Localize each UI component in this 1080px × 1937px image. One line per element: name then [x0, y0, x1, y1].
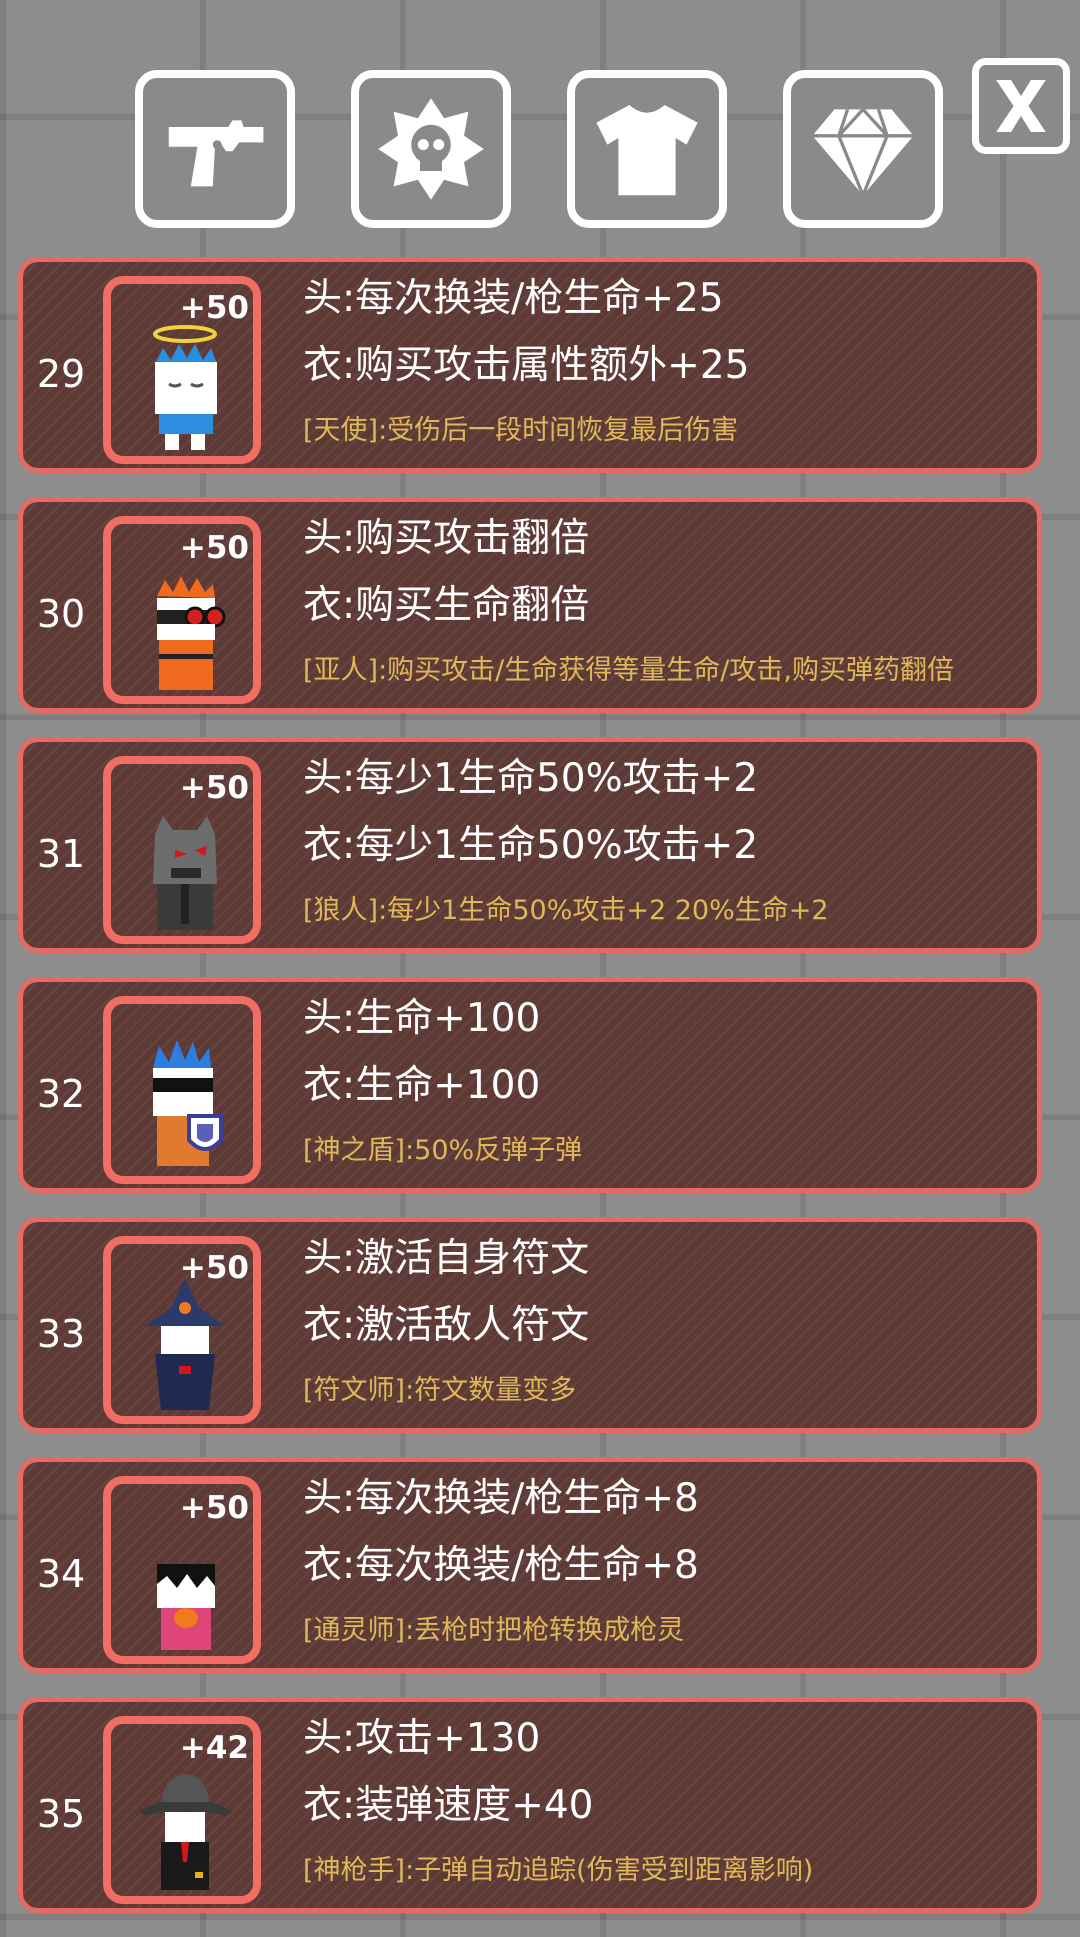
skull-badge-icon: [378, 98, 484, 200]
outfit-card[interactable]: 34 +50 头:每次换装/枪生命+8 衣:每次换装/枪生命+8 [通灵师]:丢…: [18, 1457, 1042, 1673]
rune-master-avatar: [145, 1278, 225, 1410]
outfit-card[interactable]: 30 +50 头:购买攻击翻倍 衣:购买生命翻倍 [亚人]:购买攻击/生命获得等…: [18, 497, 1042, 713]
close-icon: [996, 79, 1046, 133]
outfit-portrait[interactable]: +50: [103, 516, 261, 704]
outfit-portrait[interactable]: +50: [103, 1476, 261, 1664]
category-tab-bar: [0, 0, 1080, 250]
set-skill: [天使]:受伤后一段时间恢复最后伤害: [303, 415, 739, 446]
outfit-card[interactable]: 29 +50 头:每次换装/枪生命+25 衣:购买攻击属性额外+25 [天使]:…: [18, 257, 1042, 473]
gunslinger-avatar: [139, 1774, 233, 1890]
outfit-number: 32: [36, 1072, 86, 1116]
outfit-card[interactable]: 35 +42 头:攻击+130 衣:装弹速度+40 [神枪手]:子弹自动追踪(伤…: [18, 1697, 1042, 1913]
outfit-portrait[interactable]: [103, 996, 261, 1184]
head-effect: 头:每少1生命50%攻击+2: [303, 756, 759, 801]
outfit-number: 30: [36, 592, 86, 636]
set-skill: [神之盾]:50%反弹子弹: [303, 1135, 583, 1166]
set-skill: [符文师]:符文数量变多: [303, 1375, 577, 1406]
tab-gems[interactable]: [783, 70, 943, 228]
tshirt-icon: [596, 105, 698, 196]
set-skill: [狼人]:每少1生命50%攻击+2 20%生命+2: [303, 895, 829, 926]
demi-human-avatar: [157, 576, 226, 690]
tab-outfits[interactable]: [567, 70, 727, 228]
outfit-portrait[interactable]: +50: [103, 276, 261, 464]
outfit-number: 29: [36, 352, 86, 396]
set-skill: [亚人]:购买攻击/生命获得等量生命/攻击,购买弹药翻倍: [303, 655, 954, 686]
outfit-portrait[interactable]: +50: [103, 756, 261, 944]
body-effect: 衣:每次换装/枪生命+8: [303, 1543, 699, 1588]
werewolf-avatar: [153, 816, 217, 930]
shield-hero-avatar: [153, 1040, 223, 1166]
outfit-card[interactable]: 31 +50 头:每少1生命50%攻击+2 衣:每少1生命50%攻击+2 [狼人…: [18, 737, 1042, 953]
set-skill: [神枪手]:子弹自动追踪(伤害受到距离影响): [303, 1855, 814, 1886]
revolver-icon: [168, 120, 264, 187]
tab-skills[interactable]: [351, 70, 511, 228]
body-effect: 衣:购买攻击属性额外+25: [303, 343, 750, 388]
outfit-portrait[interactable]: +42: [103, 1716, 261, 1904]
angel-avatar: [153, 325, 217, 450]
head-effect: 头:激活自身符文: [303, 1236, 590, 1281]
body-effect: 衣:激活敌人符文: [303, 1303, 590, 1348]
body-effect: 衣:购买生命翻倍: [303, 583, 590, 628]
outfit-number: 35: [36, 1792, 86, 1836]
tab-weapons[interactable]: [135, 70, 295, 228]
outfit-number: 33: [36, 1312, 86, 1356]
set-skill: [通灵师]:丢枪时把枪转换成枪灵: [303, 1615, 685, 1646]
body-effect: 衣:装弹速度+40: [303, 1783, 594, 1828]
outfit-list: 29 +50 头:每次换装/枪生命+25 衣:购买攻击属性额外+25 [天使]:…: [18, 257, 1042, 1937]
body-effect: 衣:生命+100: [303, 1063, 541, 1108]
necromancer-avatar: [157, 1564, 215, 1650]
outfit-number: 31: [36, 832, 86, 876]
outfit-number: 34: [36, 1552, 86, 1596]
head-effect: 头:购买攻击翻倍: [303, 516, 590, 561]
diamond-icon: [812, 106, 914, 200]
head-effect: 头:生命+100: [303, 996, 541, 1041]
body-effect: 衣:每少1生命50%攻击+2: [303, 823, 759, 868]
outfit-card[interactable]: 33 +50 头:激活自身符文 衣:激活敌人符文 [符文师]:符文数量变多: [18, 1217, 1042, 1433]
head-effect: 头:攻击+130: [303, 1716, 541, 1761]
head-effect: 头:每次换装/枪生命+8: [303, 1476, 699, 1521]
outfit-card[interactable]: 32 头:生命+100 衣:生命+100 [神之盾]:50%反弹子弹: [18, 977, 1042, 1193]
outfit-portrait[interactable]: +50: [103, 1236, 261, 1424]
head-effect: 头:每次换装/枪生命+25: [303, 276, 724, 321]
close-button[interactable]: [972, 58, 1070, 154]
